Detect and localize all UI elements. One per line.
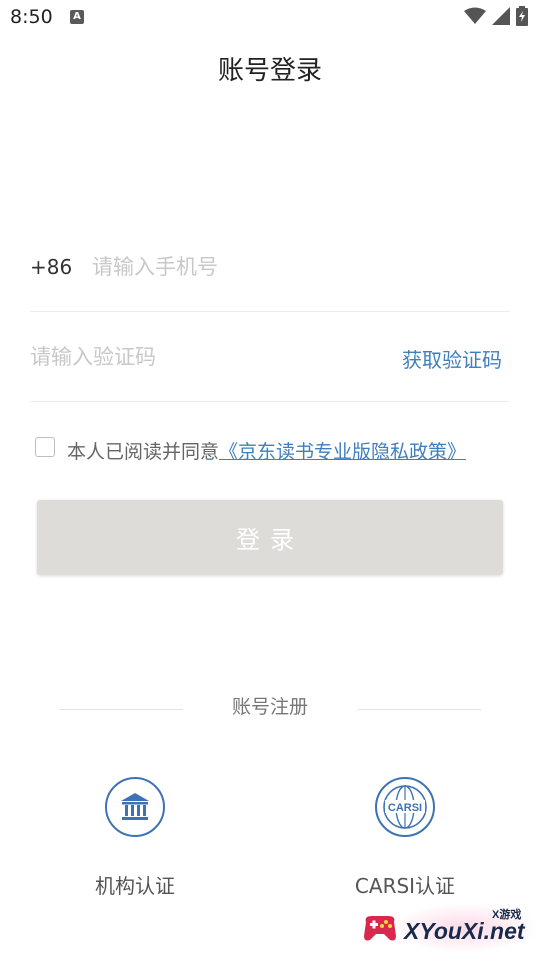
- status-time: 8:50: [10, 6, 53, 28]
- gamepad-logo-icon: [364, 916, 396, 941]
- agreement-checkbox[interactable]: [35, 437, 55, 457]
- wifi-icon: [464, 7, 486, 24]
- login-button[interactable]: 登录: [37, 500, 503, 575]
- institution-icon[interactable]: [105, 777, 165, 837]
- globe-icon: CARSI: [383, 785, 427, 829]
- bank-building-icon: [121, 793, 149, 820]
- register-link[interactable]: 账号注册: [0, 692, 540, 719]
- get-code-button[interactable]: 获取验证码: [402, 344, 502, 373]
- status-icons: [464, 6, 528, 26]
- carsi-auth-label[interactable]: CARSI认证: [305, 870, 505, 899]
- watermark-top-text: X游戏: [492, 909, 522, 921]
- institution-auth-label[interactable]: 机构认证: [35, 870, 235, 899]
- country-code[interactable]: +86: [30, 255, 72, 279]
- carsi-globe-icon[interactable]: CARSI: [375, 777, 435, 837]
- svg-text:CARSI: CARSI: [388, 802, 422, 814]
- privacy-policy-link[interactable]: 《京东读书专业版隐私政策》: [219, 441, 466, 463]
- battery-charging-icon: [516, 6, 528, 26]
- agreement-label: 本人已阅读并同意: [67, 441, 220, 463]
- watermark: XYouXi.net X游戏: [360, 898, 540, 960]
- divider: [30, 311, 510, 312]
- divider: [30, 401, 510, 402]
- register-label[interactable]: 账号注册: [232, 696, 308, 718]
- a-letter-icon: A: [70, 10, 84, 24]
- verification-code-input[interactable]: [30, 338, 360, 376]
- page-title: 账号登录: [217, 56, 322, 86]
- watermark-text: XYouXi.net: [404, 918, 525, 944]
- agreement-text: 本人已阅读并同意《京东读书专业版隐私政策》: [67, 437, 466, 464]
- phone-input[interactable]: [92, 248, 492, 286]
- signal-icon: [492, 7, 510, 25]
